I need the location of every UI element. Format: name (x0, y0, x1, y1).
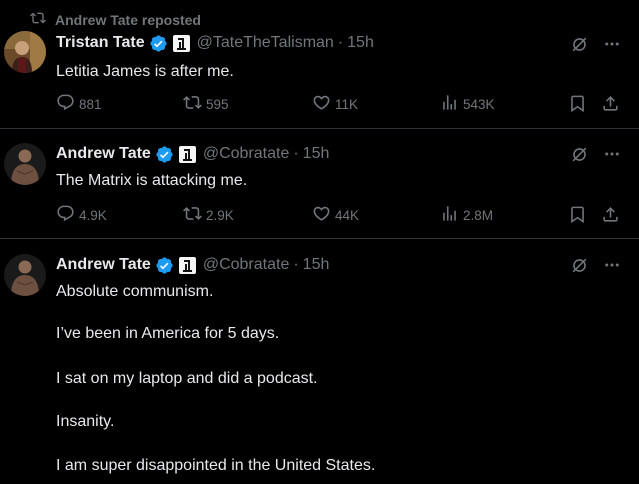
views-button[interactable]: 2.8M (440, 204, 493, 226)
reply-button[interactable]: 4.9K (56, 204, 107, 226)
affiliate-badge-icon[interactable] (178, 145, 196, 163)
grok-icon[interactable] (568, 143, 590, 165)
display-name[interactable]: Tristan Tate (56, 34, 145, 52)
timestamp[interactable]: 15h (303, 256, 330, 274)
tweet-2[interactable]: Andrew Tate @Cobratate · 15h The Matrix … (0, 129, 639, 238)
like-icon (312, 204, 335, 226)
bookmark-icon[interactable] (567, 204, 587, 224)
verified-badge-icon[interactable] (155, 145, 174, 164)
retweet-icon (183, 204, 206, 226)
user-handle[interactable]: @TateTheTalisman (197, 34, 334, 52)
grok-icon[interactable] (568, 254, 590, 276)
retweet-button[interactable]: 2.9K (183, 204, 234, 226)
views-count: 543K (463, 96, 495, 112)
repost-label: Andrew Tate reposted (55, 11, 201, 28)
tweet-text-line: Insanity. (56, 413, 115, 430)
separator-dot: · (293, 256, 299, 273)
repost-icon (30, 10, 55, 29)
timestamp[interactable]: 15h (303, 145, 330, 163)
separator-dot: · (337, 34, 344, 51)
affiliate-badge-icon[interactable] (178, 256, 196, 274)
views-icon (440, 204, 463, 226)
more-icon[interactable] (601, 254, 623, 276)
user-handle[interactable]: @Cobratate (203, 145, 290, 163)
timestamp[interactable]: 15h (347, 34, 374, 52)
tweet-text-line: I am super disappointed in the United St… (56, 457, 376, 474)
more-icon[interactable] (601, 33, 623, 55)
separator-dot: · (293, 145, 299, 162)
like-button[interactable]: 11K (312, 93, 358, 115)
retweet-count: 2.9K (206, 207, 234, 223)
tweet-3[interactable]: Andrew Tate @Cobratate · 15h Absolute co… (0, 239, 639, 484)
tweet-text-line: I’ve been in America for 5 days. (56, 325, 280, 342)
like-count: 44K (335, 207, 360, 223)
avatar[interactable] (4, 254, 46, 296)
views-button[interactable]: 543K (440, 93, 495, 115)
retweet-button[interactable]: 595 (183, 93, 229, 115)
reply-count: 4.9K (79, 207, 107, 223)
reply-icon (56, 204, 79, 226)
tweet-text-line: I sat on my laptop and did a podcast. (56, 370, 318, 387)
share-icon[interactable] (600, 204, 620, 224)
verified-badge-icon[interactable] (149, 34, 168, 53)
display-name[interactable]: Andrew Tate (56, 256, 151, 274)
reply-icon (56, 93, 79, 115)
bookmark-icon[interactable] (567, 93, 587, 113)
reply-button[interactable]: 881 (56, 93, 102, 115)
like-icon (312, 93, 335, 115)
avatar[interactable] (4, 143, 46, 185)
tweet-text: The Matrix is attacking me. (56, 172, 248, 189)
retweet-count: 595 (206, 96, 229, 112)
tweet-header: Tristan Tate @TateTheTalisman · 15h (56, 32, 374, 54)
tweet-header: Andrew Tate @Cobratate · 15h (56, 143, 329, 165)
retweet-icon (183, 93, 206, 115)
repost-indicator[interactable]: Andrew Tate reposted (30, 10, 201, 29)
like-count: 11K (335, 96, 359, 112)
tweet-text: Letitia James is after me. (56, 63, 234, 80)
tweet-text-line: Absolute communism. (56, 283, 214, 300)
avatar[interactable] (4, 31, 46, 73)
share-icon[interactable] (600, 93, 620, 113)
views-icon (440, 93, 463, 115)
affiliate-badge-icon[interactable] (172, 34, 190, 52)
tweet-header: Andrew Tate @Cobratate · 15h (56, 254, 329, 276)
verified-badge-icon[interactable] (155, 256, 174, 275)
like-button[interactable]: 44K (312, 204, 359, 226)
tweet-1[interactable]: Andrew Tate reposted Tristan Tate @TateT… (0, 0, 639, 128)
views-count: 2.8M (463, 207, 494, 223)
grok-icon[interactable] (568, 33, 590, 55)
display-name[interactable]: Andrew Tate (56, 145, 151, 163)
user-handle[interactable]: @Cobratate (203, 256, 290, 274)
reply-count: 881 (79, 96, 102, 112)
more-icon[interactable] (601, 143, 623, 165)
